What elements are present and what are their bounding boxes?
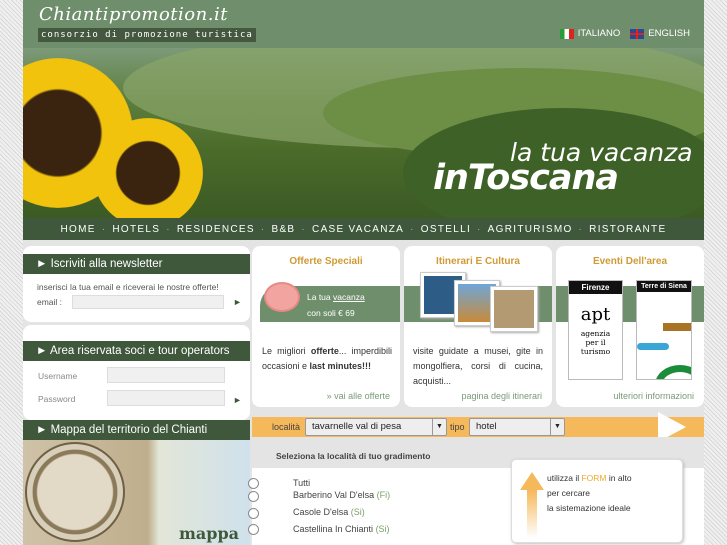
uk-flag-icon <box>630 28 645 39</box>
offers-card: Offerte Speciali La tua vacanza con soli… <box>252 246 400 407</box>
nav-home[interactable]: HOME <box>55 224 102 235</box>
horses-photo <box>490 286 538 332</box>
password-label: Password <box>38 394 76 404</box>
username-label: Username <box>38 371 78 381</box>
email-label: email : <box>37 297 63 307</box>
events-title: Eventi Dell'area <box>592 256 668 267</box>
list-item: Casole D'elsa (Si) <box>293 507 365 517</box>
itineraries-title: Itinerari E Cultura <box>436 256 520 267</box>
lang-label: ITALIANO <box>577 28 621 39</box>
page: Chiantipromotion.it consorzio di promozi… <box>23 0 704 545</box>
nav-residences[interactable]: RESIDENCES <box>171 224 261 235</box>
map-title: ► Mappa del territorio del Chianti <box>23 420 250 440</box>
map-caption: mappa <box>179 524 240 543</box>
list-item: Barberino Val D'elsa (Fi) <box>293 490 391 500</box>
terre-di-siena-logo[interactable]: Terre di Siena <box>636 280 692 380</box>
reserved-area-title: ► Area riservata soci e tour operators <box>23 341 250 361</box>
offers-title: Offerte Speciali <box>289 256 363 267</box>
nav-ristorante[interactable]: RISTORANTE <box>583 224 672 235</box>
header: Chiantipromotion.it consorzio di promozi… <box>23 0 704 48</box>
newsletter-title: ► Iscriviti alla newsletter <box>23 254 250 274</box>
lang-italiano[interactable]: ITALIANO <box>559 28 621 39</box>
location-select[interactable]: tavarnelle val di pesa ▼ <box>305 418 447 436</box>
lang-label: ENGLISH <box>648 28 690 39</box>
list-item: Castellina In Chianti (Si) <box>293 524 390 534</box>
chevron-down-icon: ▼ <box>550 419 564 435</box>
nav-hotels[interactable]: HOTELS <box>106 224 166 235</box>
radio-tutti[interactable] <box>248 478 259 489</box>
newsletter-submit-button[interactable]: ► <box>233 297 242 307</box>
events-card: Eventi Dell'area Firenze apt agenzia per… <box>556 246 704 407</box>
slogan-line2: inToscana <box>433 158 619 198</box>
username-input[interactable] <box>107 367 225 383</box>
site-logo[interactable]: Chiantipromotion.it <box>39 4 228 25</box>
list-item: Tutti <box>293 478 311 488</box>
search-bar: località tavarnelle val di pesa ▼ tipo ho… <box>252 412 704 442</box>
hero-banner: la tua vacanza inToscana <box>23 48 704 218</box>
password-input[interactable] <box>107 390 225 406</box>
chevron-down-icon: ▼ <box>432 419 446 435</box>
events-link[interactable]: ulteriori informazioni <box>613 391 694 401</box>
radio-barberino[interactable] <box>248 491 259 502</box>
italy-flag-icon <box>559 28 574 39</box>
nav-bnb[interactable]: B&B <box>265 224 301 235</box>
map-section[interactable]: ► Mappa del territorio del Chianti mappa <box>23 420 250 545</box>
location-label: località <box>272 422 301 432</box>
band-price: con soli € 69 <box>307 308 355 318</box>
itineraries-text: visite guidate a musei, gite in mongolfi… <box>413 346 543 386</box>
piggy-bank-icon <box>264 282 300 312</box>
offers-link[interactable]: » vai alle offerte <box>327 391 390 401</box>
tagline: consorzio di promozione turistica <box>38 28 256 42</box>
newsletter-text: inserisci la tua email e riceverai le no… <box>37 282 219 292</box>
nav-ostelli[interactable]: OSTELLI <box>415 224 477 235</box>
itineraries-card: Itinerari E Cultura visite guidate a mus… <box>404 246 552 407</box>
arrow-up-icon <box>520 472 544 490</box>
location-list: Seleziona la località di tuo gradimento … <box>248 437 704 545</box>
nav-case-vacanza[interactable]: CASE VACANZA <box>306 224 410 235</box>
reserved-area-card: ► Area riservata soci e tour operators U… <box>23 325 250 420</box>
list-heading: Seleziona la località di tuo gradimento <box>276 451 431 461</box>
offers-text: Le migliori offerte... imperdibili occas… <box>262 346 393 371</box>
itineraries-link[interactable]: pagina degli itinerari <box>461 391 542 401</box>
login-submit-button[interactable]: ► <box>233 395 242 405</box>
type-select[interactable]: hotel ▼ <box>469 418 565 436</box>
radio-casole[interactable] <box>248 508 259 519</box>
nav-agriturismo[interactable]: AGRITURISMO <box>482 224 579 235</box>
compass-icon <box>25 442 125 542</box>
apt-firenze-logo[interactable]: Firenze apt agenzia per il turismo <box>568 280 623 380</box>
band-text: La tua <box>307 292 331 302</box>
radio-castellina[interactable] <box>248 524 259 535</box>
email-input[interactable] <box>72 295 224 309</box>
main-nav: HOME · HOTELS · RESIDENCES · B&B · CASE VACA… <box>23 218 704 240</box>
type-label: tipo <box>450 422 465 432</box>
vacanza-link[interactable]: vacanza <box>333 292 365 302</box>
lang-english[interactable]: ENGLISH <box>630 28 690 39</box>
search-hint-box: utilizza il FORM in alto per cercare la … <box>511 459 683 543</box>
newsletter-card: ► Iscriviti alla newsletter inserisci la… <box>23 246 250 322</box>
